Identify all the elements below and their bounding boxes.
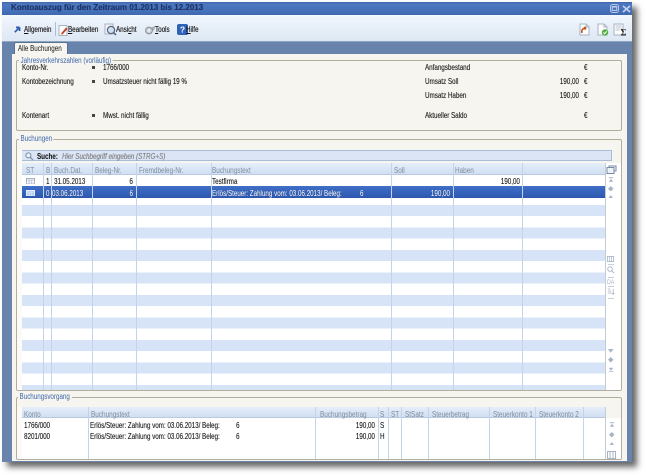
svg-text:?: ?	[179, 25, 184, 35]
svg-text:Σ: Σ	[621, 28, 627, 37]
